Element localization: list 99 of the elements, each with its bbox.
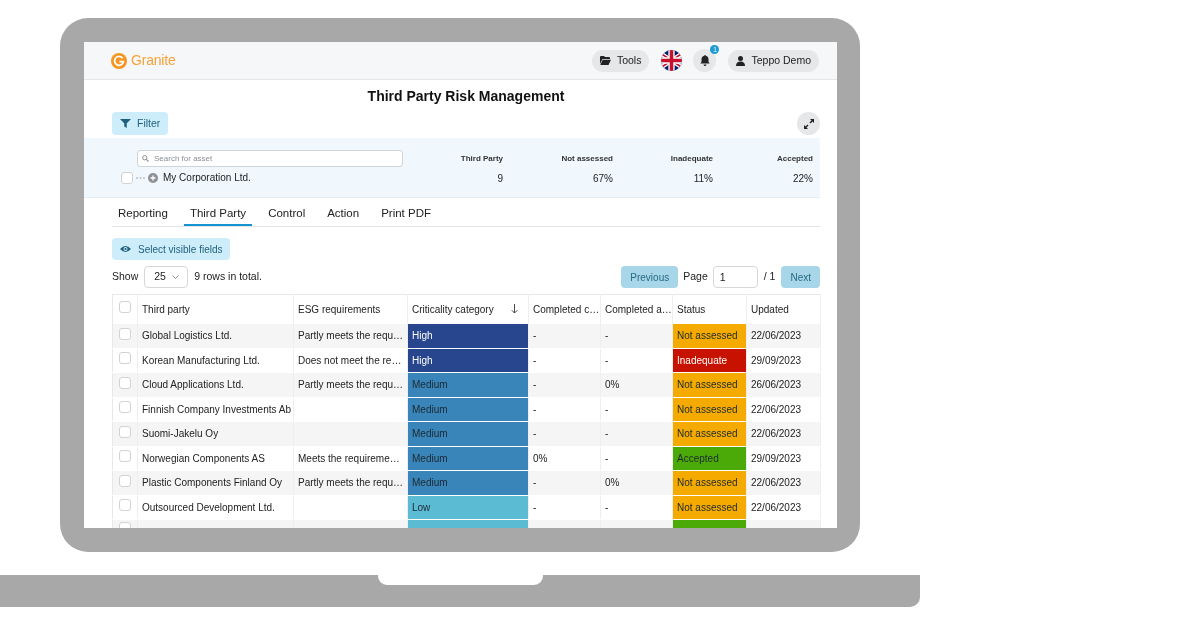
- page-title: Third Party Risk Management: [366, 88, 566, 105]
- criticality-text: Low: [412, 501, 431, 513]
- table-cell: Cloud Applications Ltd.: [137, 372, 294, 397]
- table-cell: Partly meets the requ…: [293, 372, 408, 397]
- flag-icon[interactable]: [661, 50, 683, 71]
- funnel-icon: [120, 119, 131, 128]
- filter-button[interactable]: Filter: [112, 112, 169, 135]
- table-cell: Plastic Components Finland Oy: [137, 470, 294, 495]
- table-cell: 22/06/2023: [746, 495, 821, 520]
- table-cell: Meets the requireme…: [293, 446, 408, 471]
- tab[interactable]: Action: [321, 202, 366, 226]
- status-text: Not assessed: [677, 330, 738, 341]
- expand-button[interactable]: [797, 112, 820, 135]
- stat-value: 22%: [792, 173, 813, 185]
- table-cell: Suomi-Jakelu Oy: [137, 421, 294, 446]
- page-size-select[interactable]: 25: [144, 266, 189, 288]
- checkbox[interactable]: [119, 352, 131, 365]
- bell-icon: [699, 55, 710, 66]
- tab[interactable]: Reporting: [112, 202, 174, 226]
- criticality-text: Medium: [412, 477, 448, 489]
- chevron-down-icon: [172, 275, 180, 279]
- status-text: Not assessed: [677, 501, 738, 513]
- table-cell: Norwegian Components AS: [137, 446, 294, 471]
- table-cell: Korean Manufacturing Ltd.: [137, 348, 294, 373]
- table-cell: Outsourced Development Ltd.: [137, 495, 294, 520]
- stat-value: 67%: [592, 173, 613, 185]
- criticality-text: Medium: [412, 428, 448, 440]
- person-icon: [736, 55, 746, 66]
- tab[interactable]: Print PDF: [375, 202, 437, 226]
- checkbox[interactable]: [119, 474, 131, 487]
- search-icon: [142, 155, 149, 162]
- criticality-text: Medium: [412, 452, 448, 464]
- table-cell: Global Logistics Ltd.: [137, 323, 294, 348]
- table-cell: -: [600, 495, 673, 520]
- logo-text: Granite: [131, 51, 176, 70]
- table-cell: 29/09/2023: [746, 446, 821, 471]
- column-header[interactable]: ESG requirements: [298, 301, 381, 317]
- table-cell: Partly meets the requ…: [293, 323, 408, 348]
- sort-arrow-icon[interactable]: [511, 304, 518, 315]
- status-text: Inadequate: [677, 354, 728, 366]
- checkbox[interactable]: [119, 327, 131, 340]
- logo-mark-icon: [111, 52, 127, 69]
- row-count: 9 rows in total.: [194, 269, 262, 285]
- checkbox[interactable]: [119, 499, 131, 512]
- tree-item-label[interactable]: My Corporation Ltd.: [163, 170, 251, 185]
- tab[interactable]: Third Party: [183, 202, 253, 226]
- column-header[interactable]: Completed c…: [533, 301, 600, 317]
- table-cell: Partly meets the requ…: [293, 470, 408, 495]
- tab[interactable]: Control: [262, 202, 312, 226]
- column-header[interactable]: Completed a…: [605, 301, 672, 317]
- checkbox[interactable]: [119, 450, 131, 463]
- column-header[interactable]: Criticality category: [412, 301, 494, 317]
- stat-label: Third Party: [459, 154, 503, 164]
- select-fields-button[interactable]: Select visible fields: [112, 238, 231, 260]
- table-cell: -: [600, 446, 673, 471]
- status-text: Accepted: [677, 452, 719, 464]
- status-text: Not assessed: [677, 477, 738, 489]
- table-cell: -: [528, 348, 601, 373]
- tools-button[interactable]: Tools: [591, 49, 650, 72]
- status-text: Not assessed: [677, 428, 738, 440]
- show-label: Show: [112, 269, 139, 285]
- criticality-text: High: [412, 330, 433, 341]
- stat-label: Inadequate: [669, 154, 713, 164]
- stat-label: Not assessed: [560, 154, 613, 164]
- user-menu-button[interactable]: Teppo Demo: [728, 49, 819, 72]
- folder-icon: [599, 56, 611, 65]
- tree-connector-icon: [136, 176, 145, 179]
- table-cell: 0%: [528, 446, 601, 471]
- checkbox[interactable]: [119, 301, 131, 314]
- column-header[interactable]: Updated: [751, 301, 789, 317]
- table-cell: Does not meet the re…: [293, 348, 408, 373]
- table-cell: -: [528, 397, 601, 422]
- stat-value: 9: [496, 173, 503, 185]
- eye-icon: [120, 245, 131, 253]
- table-cell: Finnish Company Investments Ab: [137, 397, 294, 422]
- search-field[interactable]: Search for asset: [137, 150, 403, 167]
- criticality-text: Medium: [412, 403, 448, 415]
- table-cell: -: [528, 495, 601, 520]
- checkbox[interactable]: [121, 171, 133, 184]
- page-label: Page: [683, 269, 708, 285]
- page-count: / 1: [763, 269, 776, 285]
- column-header[interactable]: Third party: [142, 301, 190, 317]
- criticality-text: Medium: [412, 379, 448, 391]
- table-cell: -: [600, 348, 673, 373]
- stat-label: Accepted: [776, 154, 813, 164]
- table-cell: -: [600, 397, 673, 422]
- criticality-text: High: [412, 354, 433, 366]
- page-input[interactable]: 1: [712, 266, 758, 288]
- status-text: Not assessed: [677, 403, 738, 415]
- status-text: Not assessed: [677, 379, 738, 391]
- table-cell: 22/06/2023: [746, 397, 821, 422]
- table-cell: 29/09/2023: [746, 348, 821, 373]
- checkbox[interactable]: [119, 376, 131, 389]
- column-header[interactable]: Status: [677, 301, 706, 317]
- checkbox[interactable]: [119, 401, 131, 414]
- stat-value: 11%: [692, 173, 713, 185]
- expand-icon: [803, 118, 814, 129]
- plus-circle-icon[interactable]: [148, 172, 158, 183]
- checkbox[interactable]: [119, 425, 131, 438]
